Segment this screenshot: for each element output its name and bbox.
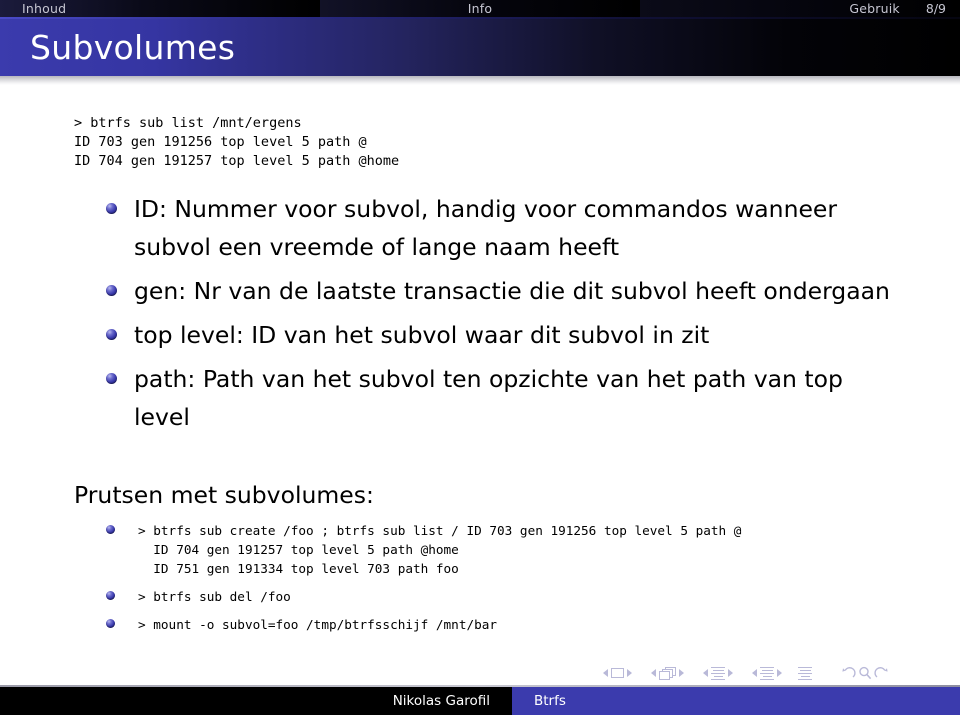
presentation-navigation-group xyxy=(798,666,812,681)
frame-navigation-group xyxy=(648,666,687,680)
bullet-ball-icon xyxy=(106,373,117,384)
footer-subject: Btrfs xyxy=(534,693,566,709)
headbar-section-info[interactable]: Info xyxy=(320,0,640,17)
list-item-text: path: Path van het subvol ten opzichte v… xyxy=(134,365,843,431)
frames-icon[interactable] xyxy=(659,666,676,680)
list-item-code: > btrfs sub create /foo ; btrfs sub list… xyxy=(138,523,742,576)
list-item: ID: Nummer voor subvol, handig voor comm… xyxy=(106,190,896,266)
bullet-ball-icon xyxy=(106,285,117,296)
block-itemize-list: > btrfs sub create /foo ; btrfs sub list… xyxy=(106,520,906,642)
list-item: path: Path van het subvol ten opzichte v… xyxy=(106,360,896,436)
triangle-right-icon[interactable] xyxy=(627,669,632,677)
slide-content: > btrfs sub list /mnt/ergens ID 703 gen … xyxy=(0,96,960,656)
beamer-headline: Inhoud Info Gebruik 8/9 xyxy=(0,0,960,17)
list-item-code: > btrfs sub del /foo xyxy=(138,589,291,604)
slide-title-bar: Subvolumes xyxy=(0,19,960,76)
subsection-navigation-group xyxy=(700,666,736,681)
slide-icon[interactable] xyxy=(611,668,624,678)
undo-arrow-icon[interactable] xyxy=(841,666,856,680)
list-item-text: top level: ID van het subvol waar dit su… xyxy=(134,321,710,349)
itemize-list: ID: Nummer voor subvol, handig voor comm… xyxy=(106,190,896,442)
list-item: top level: ID van het subvol waar dit su… xyxy=(106,316,896,354)
bullet-ball-icon xyxy=(106,525,115,534)
headbar-section-label-info: Info xyxy=(467,1,493,16)
triangle-right-icon[interactable] xyxy=(679,669,684,677)
terminal-output-block: > btrfs sub list /mnt/ergens ID 703 gen … xyxy=(74,115,400,169)
beamer-footline: Nikolas Garofil Btrfs xyxy=(0,687,960,715)
frame-counter: 8/9 xyxy=(925,1,946,16)
list-item-code: > mount -o subvol=foo /tmp/btrfsschijf /… xyxy=(138,617,498,632)
list-item-text: gen: Nr van de laatste transactie die di… xyxy=(134,277,890,305)
footer-author: Nikolas Garofil xyxy=(392,693,490,709)
footer-subject-section[interactable]: Btrfs xyxy=(512,687,960,715)
beamer-navigation-symbols xyxy=(600,662,940,684)
back-search-forward-group xyxy=(841,666,889,680)
footer-author-section[interactable]: Nikolas Garofil xyxy=(0,687,512,715)
list-item-text: ID: Nummer voor subvol, handig voor comm… xyxy=(134,195,838,261)
list-item: > mount -o subvol=foo /tmp/btrfsschijf /… xyxy=(106,614,906,633)
list-item: > btrfs sub create /foo ; btrfs sub list… xyxy=(106,520,906,577)
triangle-left-icon[interactable] xyxy=(703,669,708,677)
block-title: Prutsen met subvolumes: xyxy=(74,481,374,509)
magnifier-icon[interactable] xyxy=(858,666,872,680)
triangle-right-icon[interactable] xyxy=(728,669,733,677)
headbar-section-gebruik[interactable]: Gebruik 8/9 xyxy=(640,0,960,17)
bullet-ball-icon xyxy=(106,329,117,340)
slide-navigation-group xyxy=(600,668,635,678)
bullet-ball-icon xyxy=(106,591,115,600)
bullet-ball-icon xyxy=(106,619,115,628)
triangle-left-icon[interactable] xyxy=(651,669,656,677)
triangle-left-icon[interactable] xyxy=(603,669,608,677)
document-icon[interactable] xyxy=(798,666,812,681)
title-bar-shadow xyxy=(0,76,960,85)
headbar-section-inhoud[interactable]: Inhoud xyxy=(0,0,320,17)
section-navigation-group xyxy=(749,666,785,681)
list-item: > btrfs sub del /foo xyxy=(106,586,906,605)
triangle-left-icon[interactable] xyxy=(752,669,757,677)
redo-arrow-icon[interactable] xyxy=(874,666,889,680)
document-icon[interactable] xyxy=(711,666,725,681)
triangle-right-icon[interactable] xyxy=(777,669,782,677)
document-icon[interactable] xyxy=(760,666,774,681)
headbar-section-label-inhoud: Inhoud xyxy=(22,1,67,16)
list-item: gen: Nr van de laatste transactie die di… xyxy=(106,272,896,310)
bullet-ball-icon xyxy=(106,203,117,214)
page-title: Subvolumes xyxy=(30,28,236,67)
headbar-section-label-gebruik: Gebruik xyxy=(849,1,900,16)
